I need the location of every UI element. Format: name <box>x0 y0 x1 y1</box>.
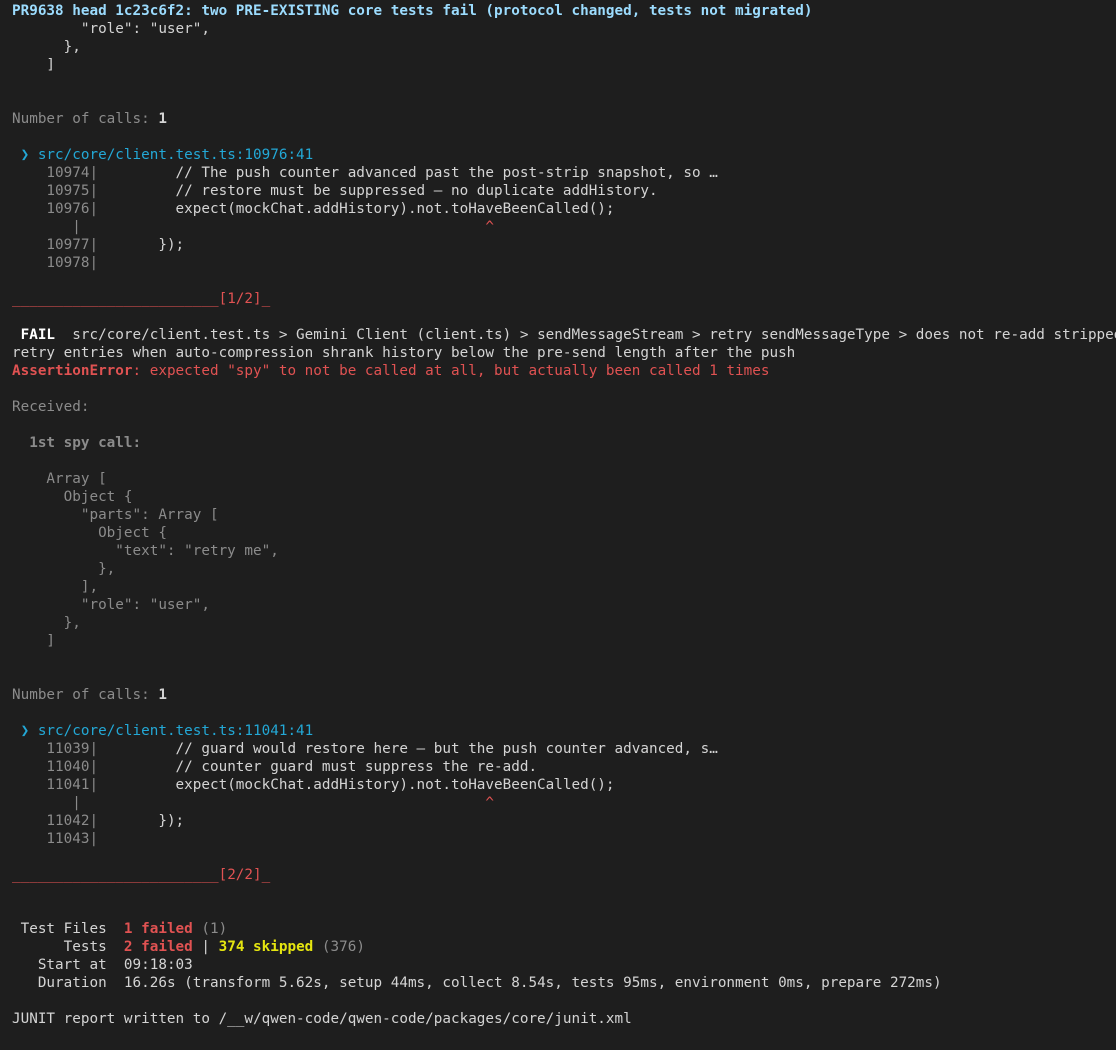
code-line: 10977| }); <box>12 237 185 253</box>
chevron-right-icon: ❯ <box>12 723 38 739</box>
report-title: PR9638 head 1c23c6f2: two PRE-EXISTING c… <box>12 3 813 19</box>
caret-marker: ^ <box>80 795 495 811</box>
chevron-right-icon: ❯ <box>12 147 38 163</box>
separator-1: ________________________[1/2]_ <box>12 291 271 307</box>
number-of-calls-1: Number of calls: 1 <box>12 111 167 127</box>
number-of-calls-2: Number of calls: 1 <box>12 687 167 703</box>
spy-call-label: 1st spy call: <box>12 435 142 451</box>
received-array-line: ] <box>12 633 56 649</box>
code-line: 11039| // guard would restore here — but… <box>12 741 718 757</box>
caret-marker: ^ <box>80 219 495 235</box>
frame-location-link[interactable]: src/core/client.test.ts:10976:41 <box>38 147 313 163</box>
caret-line: | ^ <box>12 795 495 811</box>
frame-location-link[interactable]: src/core/client.test.ts:11041:41 <box>38 723 313 739</box>
code-line: 10975| // restore must be suppressed — n… <box>12 183 658 199</box>
received-array-line: "parts": Array [ <box>12 507 219 523</box>
caret-line: | ^ <box>12 219 495 235</box>
received-array-line: }, <box>12 561 116 577</box>
code-line: 11040| // counter guard must suppress th… <box>12 759 538 775</box>
summary-duration: Duration 16.26s (transform 5.62s, setup … <box>12 975 942 991</box>
code-line: 10976| expect(mockChat.addHistory).not.t… <box>12 201 615 217</box>
fail-badge: FAIL <box>12 327 64 343</box>
code-line: 11042| }); <box>12 813 185 829</box>
received-array-line: "role": "user", <box>12 597 210 613</box>
array-tail-line: "role": "user", <box>12 21 210 37</box>
code-line: 10978| <box>12 255 99 271</box>
array-tail-line: }, <box>12 39 81 55</box>
stack-frame-1[interactable]: ❯ src/core/client.test.ts:10976:41 <box>12 146 1116 164</box>
fail-heading: FAIL src/core/client.test.ts > Gemini Cl… <box>12 327 1116 343</box>
code-line: 11043| <box>12 831 99 847</box>
assertion-error: AssertionError: expected "spy" to not be… <box>12 363 770 379</box>
fail-heading-cont: retry entries when auto-compression shra… <box>12 345 796 361</box>
array-tail-line: ] <box>12 57 56 73</box>
received-array-line: Object { <box>12 525 167 541</box>
summary-start-at: Start at 09:18:03 <box>12 957 193 973</box>
received-array-line: "text": "retry me", <box>12 543 279 559</box>
received-label: Received: <box>12 399 90 415</box>
received-array-line: Object { <box>12 489 133 505</box>
received-array-line: ], <box>12 579 99 595</box>
received-array-line: }, <box>12 615 81 631</box>
code-line: 11041| expect(mockChat.addHistory).not.t… <box>12 777 615 793</box>
code-line: 10974| // The push counter advanced past… <box>12 165 718 181</box>
summary-tests: Tests 2 failed | 374 skipped (376) <box>12 939 365 955</box>
separator-2: ________________________[2/2]_ <box>12 867 271 883</box>
summary-test-files: Test Files 1 failed (1) <box>12 921 228 937</box>
junit-report-line: JUNIT report written to /__w/qwen-code/q… <box>12 1011 632 1027</box>
stack-frame-2[interactable]: ❯ src/core/client.test.ts:11041:41 <box>12 722 1116 740</box>
received-array-line: Array [ <box>12 471 107 487</box>
terminal-output: PR9638 head 1c23c6f2: two PRE-EXISTING c… <box>0 0 1116 1028</box>
